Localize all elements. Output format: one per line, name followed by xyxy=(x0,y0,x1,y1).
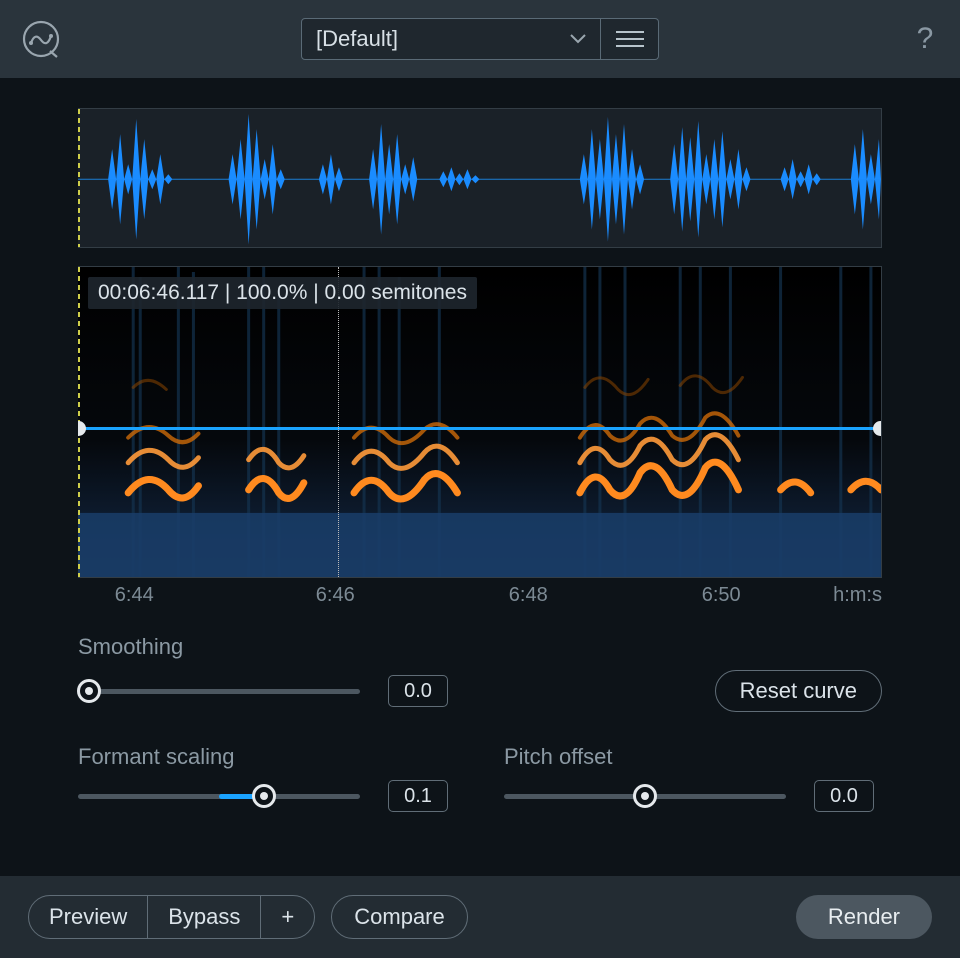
pitch-slider[interactable] xyxy=(504,784,786,808)
header-bar: [Default] ? xyxy=(0,0,960,78)
waveform-graphic xyxy=(78,109,881,248)
smoothing-label: Smoothing xyxy=(78,634,882,660)
smoothing-value[interactable]: 0.0 xyxy=(388,675,448,707)
pitch-value[interactable]: 0.0 xyxy=(814,780,874,812)
reset-curve-button[interactable]: Reset curve xyxy=(715,670,882,712)
preview-bypass-group: Preview Bypass + xyxy=(28,895,315,939)
time-tick: 6:46 xyxy=(316,584,355,607)
help-button[interactable]: ? xyxy=(910,22,940,56)
spectrogram-graphic xyxy=(78,267,881,578)
render-button[interactable]: Render xyxy=(796,895,932,939)
formant-label: Formant scaling xyxy=(78,744,456,770)
app-logo-icon xyxy=(20,18,62,60)
spectrogram-view[interactable]: 00:06:46.117 | 100.0% | 0.00 semitones xyxy=(78,266,882,578)
preview-button[interactable]: Preview xyxy=(29,896,148,938)
formant-value[interactable]: 0.1 xyxy=(388,780,448,812)
time-axis-unit: h:m:s xyxy=(833,584,882,607)
pitch-handle-end[interactable] xyxy=(873,421,882,436)
footer-bar: Preview Bypass + Compare Render xyxy=(0,876,960,958)
bypass-button[interactable]: Bypass xyxy=(148,896,261,938)
time-tick: 6:50 xyxy=(702,584,741,607)
formant-group: Formant scaling 0.1 xyxy=(78,744,456,812)
preset-value: [Default] xyxy=(316,26,398,52)
time-tick: 6:48 xyxy=(509,584,548,607)
preset-menu-button[interactable] xyxy=(601,18,659,60)
playhead-marker[interactable] xyxy=(338,267,339,577)
formant-slider[interactable] xyxy=(78,784,360,808)
pitch-thumb[interactable] xyxy=(633,784,657,808)
main-panel: 00:06:46.117 | 100.0% | 0.00 semitones 6… xyxy=(0,78,960,876)
help-icon: ? xyxy=(917,22,934,55)
pitch-curve-line[interactable] xyxy=(78,427,881,430)
preset-select[interactable]: [Default] xyxy=(301,18,601,60)
controls-section: Smoothing 0.0 Reset curve Formant scalin… xyxy=(78,634,882,812)
time-tick: 6:44 xyxy=(115,584,154,607)
add-button[interactable]: + xyxy=(261,896,314,938)
formant-thumb[interactable] xyxy=(252,784,276,808)
smoothing-group: Smoothing 0.0 Reset curve xyxy=(78,634,882,712)
playback-readout: 00:06:46.117 | 100.0% | 0.00 semitones xyxy=(88,277,477,309)
compare-button[interactable]: Compare xyxy=(331,895,467,939)
time-axis: 6:44 6:46 6:48 6:50 h:m:s xyxy=(78,578,882,612)
smoothing-slider[interactable] xyxy=(78,679,360,703)
pitch-label: Pitch offset xyxy=(504,744,882,770)
pitch-group: Pitch offset 0.0 xyxy=(504,744,882,812)
hamburger-icon xyxy=(616,31,644,33)
waveform-overview[interactable] xyxy=(78,108,882,248)
chevron-down-icon xyxy=(570,34,586,44)
smoothing-thumb[interactable] xyxy=(77,679,101,703)
